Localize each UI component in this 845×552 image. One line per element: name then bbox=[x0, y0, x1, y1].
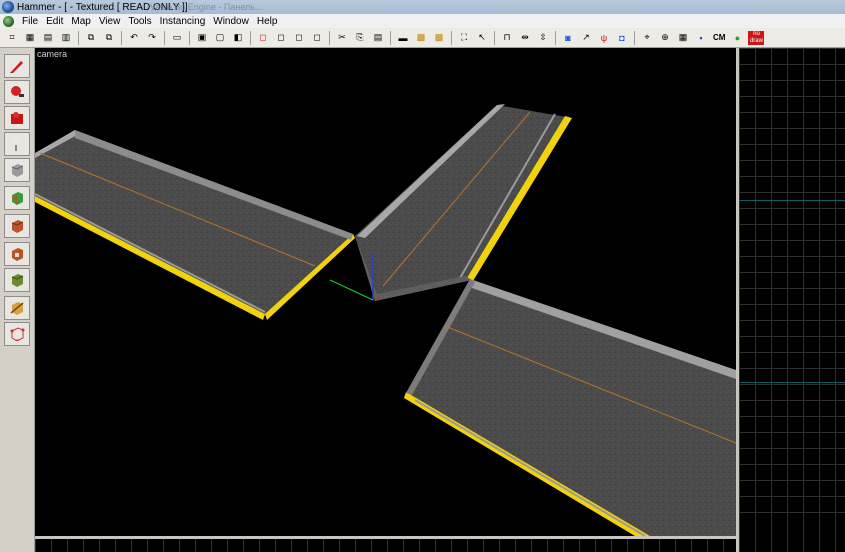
textured-scene bbox=[35, 104, 736, 536]
apply-texture-icon bbox=[11, 220, 24, 233]
menu-view[interactable]: View bbox=[95, 16, 125, 27]
paste-icon[interactable]: ▤ bbox=[371, 31, 385, 45]
group-icon[interactable]: ▣ bbox=[195, 31, 209, 45]
grid-larger-icon[interactable]: ▤ bbox=[41, 31, 55, 45]
entity-tool-icon bbox=[12, 138, 20, 151]
viewport-label: camera bbox=[37, 49, 68, 59]
menu-bar: File Edit Map View Tools Instancing Wind… bbox=[0, 14, 845, 28]
texture-application-tool-button[interactable] bbox=[4, 186, 30, 210]
cut-icon[interactable]: ✂ bbox=[335, 31, 349, 45]
road-segment-left[interactable] bbox=[35, 130, 355, 320]
menu-help[interactable]: Help bbox=[253, 16, 282, 27]
toolbar-separator bbox=[555, 30, 556, 45]
undo-icon[interactable]: ↶ bbox=[127, 31, 141, 45]
carve-icon[interactable]: ▭ bbox=[170, 31, 184, 45]
block-tool-icon bbox=[11, 164, 24, 177]
road-segment-middle[interactable] bbox=[329, 104, 572, 301]
to-world-icon[interactable]: ◧ bbox=[231, 31, 245, 45]
selection-tool-icon bbox=[10, 61, 23, 73]
toolbar-separator bbox=[78, 30, 79, 45]
grid-smaller-icon[interactable]: ▦ bbox=[23, 31, 37, 45]
toolbar-separator bbox=[451, 30, 452, 45]
unhide-icon[interactable]: ◻ bbox=[292, 31, 306, 45]
hammer-logo-icon bbox=[2, 1, 14, 13]
menu-window[interactable]: Window bbox=[209, 16, 253, 27]
grid-3d-icon[interactable]: ▥ bbox=[59, 31, 73, 45]
select-icon[interactable]: ↖ bbox=[475, 31, 489, 45]
grid-axis-line bbox=[739, 382, 845, 383]
menu-edit[interactable]: Edit bbox=[42, 16, 67, 27]
toolbar-separator bbox=[634, 30, 635, 45]
vertex-tool-button[interactable] bbox=[4, 322, 30, 346]
apply-current-texture-tool-button[interactable] bbox=[4, 214, 30, 238]
menu-instancing[interactable]: Instancing bbox=[156, 16, 210, 27]
cm-button[interactable]: CM bbox=[713, 33, 725, 42]
toolbar-separator bbox=[164, 30, 165, 45]
hide-selected-icon[interactable]: ◻ bbox=[256, 31, 270, 45]
copy-icon[interactable]: ⎘ bbox=[353, 31, 367, 45]
toolbar-separator bbox=[250, 30, 251, 45]
magnify-tool-icon bbox=[11, 86, 24, 97]
camera-tool-button[interactable] bbox=[4, 106, 30, 130]
load-window-state-icon[interactable]: ⧉ bbox=[84, 31, 98, 45]
toolbar-separator bbox=[390, 30, 391, 45]
pointer-icon[interactable]: ↗ bbox=[579, 31, 593, 45]
compass-icon[interactable]: ⌖ bbox=[640, 31, 654, 45]
toolbar-separator bbox=[189, 30, 190, 45]
flip-icon[interactable]: ⇹ bbox=[518, 31, 532, 45]
radius-cull-icon[interactable]: ψ bbox=[597, 31, 611, 45]
background-window-tabs: Valve Bo Engine - Панель... bbox=[150, 2, 263, 12]
grid-icon[interactable]: ⌗ bbox=[5, 31, 19, 45]
toolbar-separator bbox=[121, 30, 122, 45]
decal-tool-button[interactable] bbox=[4, 242, 30, 266]
road-segment-lower-right[interactable] bbox=[404, 279, 736, 536]
snap-icon[interactable]: ⊕ bbox=[658, 31, 672, 45]
3d-grid-icon[interactable]: ▦ bbox=[676, 31, 690, 45]
clipping-tool-button[interactable] bbox=[4, 296, 30, 320]
align-icon[interactable]: ⊓ bbox=[500, 31, 514, 45]
grid-axis-line bbox=[739, 200, 845, 201]
ungroup-icon[interactable]: ▢ bbox=[213, 31, 227, 45]
scale-icon[interactable]: ⇳ bbox=[536, 31, 550, 45]
texture-application-tool-icon bbox=[12, 192, 23, 205]
menu-map[interactable]: Map bbox=[67, 16, 94, 27]
selection-by-handles-icon[interactable]: ▩ bbox=[414, 31, 428, 45]
main-toolbar: ⌗ ▦ ▤ ▥ ⧉ ⧉ ↶ ↷ ▭ ▣ ▢ ◧ ◻ ◻ ◻ ◻ ✂ ⎘ ▤ ▬ … bbox=[0, 28, 845, 48]
decal-tool-icon bbox=[12, 248, 23, 261]
toolbar-separator bbox=[494, 30, 495, 45]
block-tool-button[interactable] bbox=[4, 158, 30, 182]
leaf-icon[interactable]: ● bbox=[730, 31, 744, 45]
draw-textured-icon[interactable]: ▬ bbox=[396, 31, 410, 45]
save-window-state-icon[interactable]: ⧉ bbox=[102, 31, 116, 45]
redo-icon[interactable]: ↷ bbox=[145, 31, 159, 45]
toolbar-separator bbox=[329, 30, 330, 45]
hide-unselected-icon[interactable]: ◻ bbox=[274, 31, 288, 45]
2d-grid-viewport-lower[interactable] bbox=[739, 524, 845, 552]
2d-grid-viewport[interactable] bbox=[739, 48, 845, 524]
overlay-tool-button[interactable] bbox=[4, 268, 30, 292]
title-bar: Hammer - [ - Textured [ READ ONLY ]] Val… bbox=[0, 0, 845, 14]
move-icon[interactable]: ◘ bbox=[615, 31, 629, 45]
texture-lock-icon[interactable]: ▩ bbox=[432, 31, 446, 45]
select-bounds-icon[interactable]: ⛶ bbox=[457, 31, 471, 45]
2d-grid-viewport-bottom[interactable] bbox=[35, 536, 736, 552]
magnify-tool-button[interactable] bbox=[4, 80, 30, 104]
document-icon[interactable] bbox=[3, 15, 14, 27]
menu-tools[interactable]: Tools bbox=[124, 16, 155, 27]
selection-tool-button[interactable] bbox=[4, 54, 30, 78]
camera-tool-icon bbox=[11, 112, 23, 124]
nodraw-button[interactable]: no draw bbox=[748, 30, 765, 45]
tool-palette bbox=[0, 48, 35, 552]
show-helpers-icon[interactable]: ▪ bbox=[694, 31, 708, 45]
overlay-tool-icon bbox=[11, 274, 24, 287]
vertex-tool-icon bbox=[10, 327, 25, 341]
camera-3d-viewport[interactable]: camera bbox=[35, 48, 736, 536]
cordon-icon[interactable]: ◻ bbox=[310, 31, 324, 45]
entity-tool-button[interactable] bbox=[4, 132, 30, 156]
clipping-tool-icon bbox=[10, 302, 24, 315]
rotate-icon[interactable]: ◙ bbox=[561, 31, 575, 45]
menu-file[interactable]: File bbox=[18, 16, 42, 27]
